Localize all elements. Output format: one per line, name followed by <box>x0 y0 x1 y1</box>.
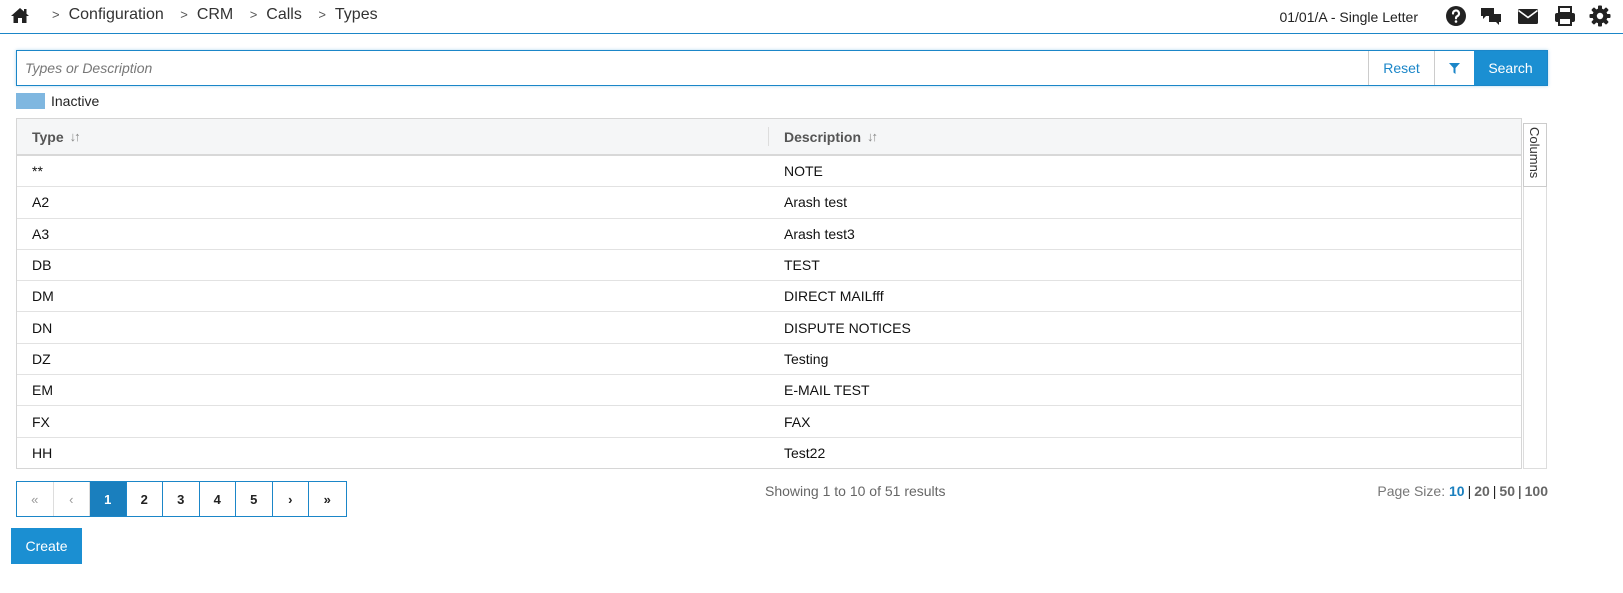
top-bar: > Configuration > CRM > Calls > Types 01/01/… <box>0 0 1623 34</box>
prev-page-button[interactable]: ‹ <box>53 482 90 516</box>
page-size-label: Page Size: <box>1377 483 1446 499</box>
mail-icon[interactable] <box>1515 5 1541 27</box>
table-body: ** NOTE A2 Arash test A3 Arash test3 DB TEST DM D… <box>17 156 1521 469</box>
legend: Inactive <box>16 93 99 109</box>
chat-icon[interactable] <box>1480 5 1502 27</box>
next-page-button[interactable]: › <box>272 482 309 516</box>
help-icon[interactable] <box>1445 5 1467 27</box>
home-icon[interactable] <box>10 6 30 26</box>
page-button-1[interactable]: 1 <box>90 482 127 516</box>
page-size-50[interactable]: 50 <box>1499 483 1515 499</box>
cell-type: DM <box>32 288 54 305</box>
inactive-swatch <box>16 93 45 109</box>
breadcrumb: > Configuration > CRM > Calls > Types <box>52 6 390 24</box>
table-row[interactable]: EM E-MAIL TEST <box>17 375 1521 407</box>
columns-toggle[interactable]: Columns <box>1523 123 1547 187</box>
cell-description: Arash test3 <box>784 225 855 242</box>
column-header-type[interactable]: Type ↓↑ <box>17 127 769 146</box>
breadcrumb-separator: > <box>318 7 326 22</box>
search-button[interactable]: Search <box>1474 51 1547 85</box>
types-table: Type ↓↑ Description ↓↑ ** NOTE A2 Arash tes… <box>16 118 1522 469</box>
table-row[interactable]: ** NOTE <box>17 156 1521 188</box>
table-row[interactable]: A3 Arash test3 <box>17 219 1521 250</box>
sort-icon[interactable]: ↓↑ <box>867 129 878 144</box>
columns-toggle-label: Columns <box>1527 127 1542 179</box>
gear-icon[interactable] <box>1589 5 1611 27</box>
cell-type: DZ <box>32 350 51 367</box>
create-button[interactable]: Create <box>11 528 82 564</box>
cell-description: Testing <box>784 350 829 367</box>
filter-button[interactable] <box>1434 51 1474 85</box>
columns-side-panel <box>1523 187 1547 469</box>
page-button-4[interactable]: 4 <box>199 482 236 516</box>
cell-description: Test22 <box>784 445 826 462</box>
inactive-label: Inactive <box>51 93 100 109</box>
cell-type: HH <box>32 445 53 462</box>
pagination: « ‹ 1 2 3 4 5 › » <box>16 481 347 517</box>
sort-icon[interactable]: ↓↑ <box>70 129 81 144</box>
print-icon[interactable] <box>1554 5 1576 27</box>
search-bar: Reset Search <box>16 50 1548 86</box>
breadcrumb-item-configuration[interactable]: Configuration <box>69 6 164 23</box>
last-page-button[interactable]: » <box>309 482 346 516</box>
breadcrumb-separator: > <box>249 7 258 22</box>
table-row[interactable]: FX FAX <box>17 406 1521 438</box>
search-input[interactable] <box>17 51 1368 85</box>
cell-description: TEST <box>784 257 820 274</box>
page-size-10[interactable]: 10 <box>1449 483 1465 499</box>
cell-description: DIRECT MAILfff <box>784 288 884 305</box>
reset-button[interactable]: Reset <box>1368 51 1434 85</box>
filter-icon <box>1449 62 1460 74</box>
cell-type: ** <box>32 163 43 180</box>
cell-type: DB <box>32 257 52 274</box>
page-size-selector: Page Size: 10 | 20 | 50 | 100 <box>1377 483 1548 499</box>
breadcrumb-item-crm[interactable]: CRM <box>197 6 233 23</box>
cell-type: DN <box>32 319 53 336</box>
table-row[interactable]: DN DISPUTE NOTICES <box>17 312 1521 344</box>
cell-description: Arash test <box>784 194 848 211</box>
context-label[interactable]: 01/01/A - Single Letter <box>1279 9 1418 25</box>
cell-description: DISPUTE NOTICES <box>784 319 911 336</box>
page-button-2[interactable]: 2 <box>126 482 163 516</box>
table-header: Type ↓↑ Description ↓↑ <box>17 119 1521 156</box>
table-row[interactable]: DM DIRECT MAILfff <box>17 281 1521 313</box>
header-tools: 01/01/A - Single Letter <box>1279 5 1611 27</box>
page-size-100[interactable]: 100 <box>1525 483 1548 499</box>
breadcrumb-separator: > <box>180 7 188 22</box>
column-header-label: Type <box>32 128 64 145</box>
cell-type: A3 <box>32 225 50 242</box>
cell-type: FX <box>32 413 50 430</box>
table-row[interactable]: DZ Testing <box>17 344 1521 376</box>
column-header-label: Description <box>784 128 862 145</box>
cell-description: NOTE <box>784 163 823 180</box>
page-button-3[interactable]: 3 <box>163 482 200 516</box>
cell-type: EM <box>32 382 53 399</box>
cell-type: A2 <box>32 194 50 211</box>
column-header-description[interactable]: Description ↓↑ <box>769 119 1521 154</box>
breadcrumb-item-types: Types <box>334 6 378 23</box>
breadcrumb-item-calls[interactable]: Calls <box>266 6 302 23</box>
first-page-button[interactable]: « <box>17 482 54 516</box>
page-button-5[interactable]: 5 <box>236 482 273 516</box>
table-row[interactable]: A2 Arash test <box>17 187 1521 219</box>
results-summary: Showing 1 to 10 of 51 results <box>765 483 946 499</box>
table-row[interactable]: DB TEST <box>17 250 1521 282</box>
breadcrumb-separator: > <box>52 7 60 22</box>
table-row[interactable]: HH Test22 <box>17 438 1521 469</box>
cell-description: E-MAIL TEST <box>784 382 870 399</box>
cell-description: FAX <box>784 413 811 430</box>
page-size-20[interactable]: 20 <box>1474 483 1490 499</box>
